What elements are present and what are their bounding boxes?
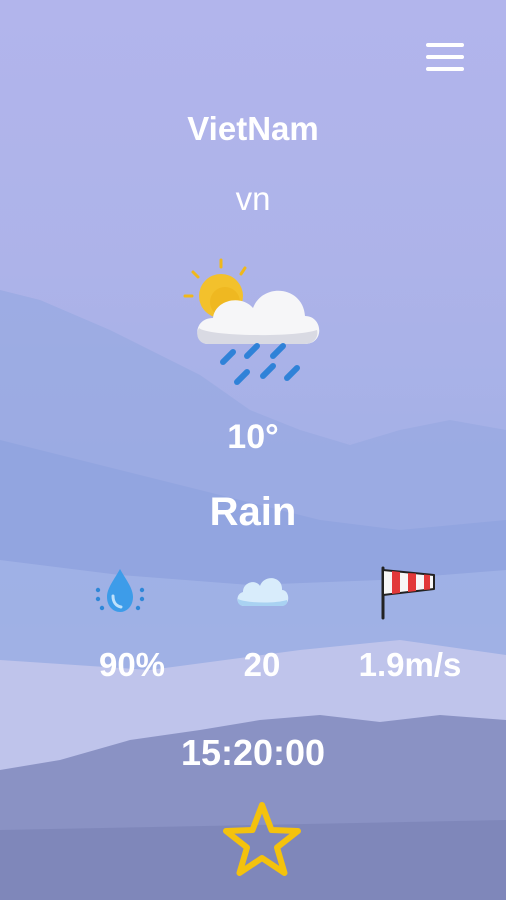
clouds-value: 20 <box>243 646 281 683</box>
weather-screen: VietNam vn 10° Rain 90% 20 1.9m/s 15:20:… <box>0 0 506 900</box>
humidity-value: 90% <box>98 646 166 683</box>
star-icon[interactable] <box>222 800 302 878</box>
wind-value: 1.9m/s <box>358 646 462 683</box>
cloud-icon <box>237 578 289 606</box>
sun-cloud-rain-icon <box>183 258 320 385</box>
hamburger-menu-icon[interactable] <box>424 40 466 74</box>
weather-description: Rain <box>209 490 297 534</box>
windsock-icon <box>381 566 435 620</box>
temperature: 10° <box>227 418 279 456</box>
humidity-drop-icon <box>95 569 145 612</box>
city-name: VietNam <box>187 110 319 147</box>
country-code: vn <box>235 180 271 217</box>
current-time: 15:20:00 <box>180 732 326 773</box>
